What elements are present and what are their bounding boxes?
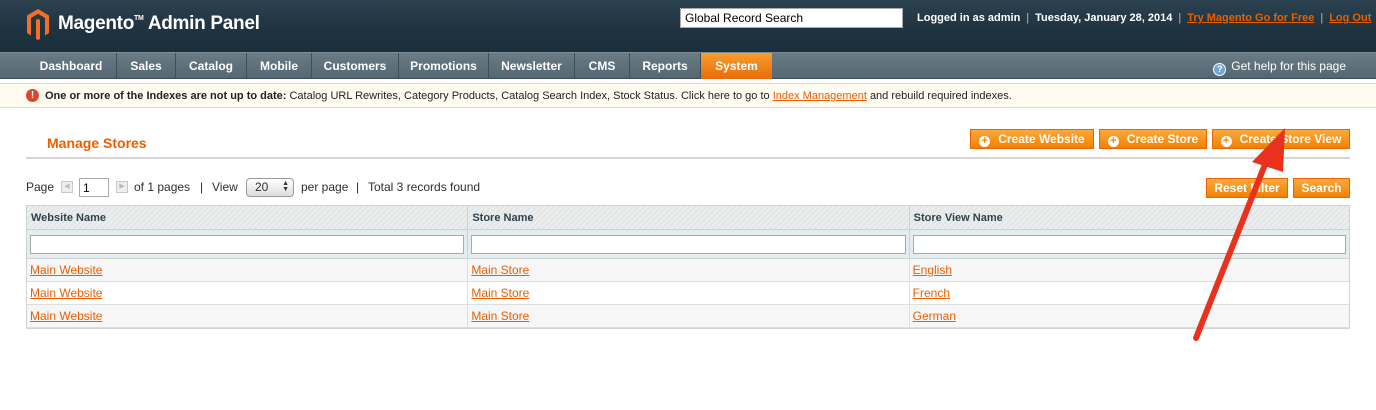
header-bar: MagentoTM Admin Panel Logged in as admin… xyxy=(0,0,1376,52)
help-link[interactable]: ? Get help for this page xyxy=(1213,53,1346,79)
column-header-store-name[interactable]: Store Name xyxy=(468,206,910,230)
store-name-cell: Main Store xyxy=(468,305,910,327)
website-link[interactable]: Main Website xyxy=(30,286,102,300)
filter-cell xyxy=(27,230,469,259)
filter-cell xyxy=(910,230,1349,259)
filter-cell xyxy=(468,230,910,259)
nav-promotions[interactable]: Promotions xyxy=(399,53,489,79)
current-date: Tuesday, January 28, 2014 xyxy=(1035,12,1173,24)
add-icon: + xyxy=(1220,136,1232,147)
separator: | xyxy=(1320,12,1324,24)
add-icon: + xyxy=(979,136,991,147)
add-icon: + xyxy=(1107,136,1119,147)
logout-link[interactable]: Log Out xyxy=(1329,12,1371,24)
index-management-link[interactable]: Index Management xyxy=(773,90,867,102)
grid-filter-row xyxy=(27,230,1349,259)
separator: | xyxy=(1026,12,1030,24)
brand-trademark: TM xyxy=(134,15,144,22)
store-view-name-cell: German xyxy=(910,305,1349,327)
nav-reports[interactable]: Reports xyxy=(630,53,701,79)
store-link[interactable]: Main Store xyxy=(471,286,529,300)
pager-page-label: Page xyxy=(26,180,55,194)
stores-grid: Website Name Store Name Store View Name … xyxy=(26,205,1350,329)
table-row[interactable]: Main Website Main Store German xyxy=(27,305,1349,328)
nav-sales[interactable]: Sales xyxy=(117,53,176,79)
table-row[interactable]: Main Website Main Store English xyxy=(27,259,1349,282)
store-name-cell: Main Store xyxy=(468,259,910,281)
page-title: Manage Stores xyxy=(47,135,147,151)
website-name-cell: Main Website xyxy=(27,305,469,327)
nav-mobile[interactable]: Mobile xyxy=(247,53,312,79)
website-name-cell: Main Website xyxy=(27,259,469,281)
pager-of-pages: of 1 pages xyxy=(134,180,191,194)
total-records-text: Total 3 records found xyxy=(368,180,481,194)
store-view-name-cell: English xyxy=(910,259,1349,281)
magento-logo-icon[interactable] xyxy=(26,8,50,40)
nav-customers[interactable]: Customers xyxy=(312,53,399,79)
create-store-button[interactable]: + Create Store xyxy=(1099,129,1207,149)
notice-bold-text: One or more of the Indexes are not up to… xyxy=(45,90,287,102)
store-view-link[interactable]: English xyxy=(913,263,952,277)
pager-view-label: View xyxy=(212,180,238,194)
notice-text: Catalog URL Rewrites, Category Products,… xyxy=(289,90,770,102)
separator: | xyxy=(200,180,204,194)
brand-name: Magento xyxy=(58,13,135,34)
website-link[interactable]: Main Website xyxy=(30,263,102,277)
global-search-input[interactable] xyxy=(680,8,903,28)
column-header-website-name[interactable]: Website Name xyxy=(27,206,469,230)
website-name-cell: Main Website xyxy=(27,282,469,304)
pager-per-page-label: per page xyxy=(301,180,349,194)
select-arrows-icon: ▲ ▼ xyxy=(282,180,289,193)
table-row[interactable]: Main Website Main Store French xyxy=(27,282,1349,305)
store-view-link[interactable]: French xyxy=(913,286,950,300)
store-view-link[interactable]: German xyxy=(913,309,956,323)
store-name-cell: Main Store xyxy=(468,282,910,304)
website-link[interactable]: Main Website xyxy=(30,309,102,323)
per-page-value: 20 xyxy=(255,180,269,194)
title-divider xyxy=(26,157,1350,159)
brand-title: MagentoTM Admin Panel xyxy=(58,13,260,35)
create-store-view-button[interactable]: + Create Store View xyxy=(1212,129,1350,149)
store-name-filter-input[interactable] xyxy=(471,235,906,254)
per-page-select[interactable]: 20 ▲ ▼ xyxy=(246,178,294,197)
main-nav: Dashboard Sales Catalog Mobile Customers… xyxy=(0,52,1376,79)
help-text: Get help for this page xyxy=(1231,59,1346,73)
try-magento-go-link[interactable]: Try Magento Go for Free xyxy=(1187,12,1314,24)
nav-system[interactable]: System xyxy=(701,53,772,79)
nav-newsletter[interactable]: Newsletter xyxy=(489,53,575,79)
nav-catalog[interactable]: Catalog xyxy=(176,53,247,79)
error-icon: ! xyxy=(26,89,39,102)
create-website-label: Create Website xyxy=(998,132,1085,146)
search-button[interactable]: Search xyxy=(1293,178,1350,198)
store-view-name-cell: French xyxy=(910,282,1349,304)
column-header-store-view-name[interactable]: Store View Name xyxy=(910,206,1349,230)
create-store-label: Create Store xyxy=(1126,132,1199,146)
create-store-view-label: Create Store View xyxy=(1239,132,1342,146)
create-website-button[interactable]: + Create Website xyxy=(970,129,1094,149)
nav-cms[interactable]: CMS xyxy=(575,53,630,79)
page-number-input[interactable] xyxy=(79,178,109,197)
next-page-icon[interactable]: ▶ xyxy=(116,181,128,193)
separator: | xyxy=(356,180,360,194)
notice-tail: and rebuild required indexes. xyxy=(869,90,1012,102)
store-view-name-filter-input[interactable] xyxy=(912,235,1346,254)
separator: | xyxy=(1178,12,1182,24)
index-notice: ! One or more of the Indexes are not up … xyxy=(0,83,1376,108)
store-link[interactable]: Main Store xyxy=(471,263,529,277)
reset-filter-button[interactable]: Reset Filter xyxy=(1206,178,1288,198)
help-icon: ? xyxy=(1213,63,1227,76)
prev-page-icon[interactable]: ◀ xyxy=(61,181,73,193)
brand-suffix: Admin Panel xyxy=(147,13,260,34)
logged-in-text: Logged in as admin xyxy=(917,12,1021,24)
store-link[interactable]: Main Store xyxy=(471,309,529,323)
header-links: Logged in as admin | Tuesday, January 28, … xyxy=(917,12,1371,24)
website-name-filter-input[interactable] xyxy=(30,235,465,254)
nav-dashboard[interactable]: Dashboard xyxy=(26,53,117,79)
grid-header-row: Website Name Store Name Store View Name xyxy=(27,206,1349,230)
